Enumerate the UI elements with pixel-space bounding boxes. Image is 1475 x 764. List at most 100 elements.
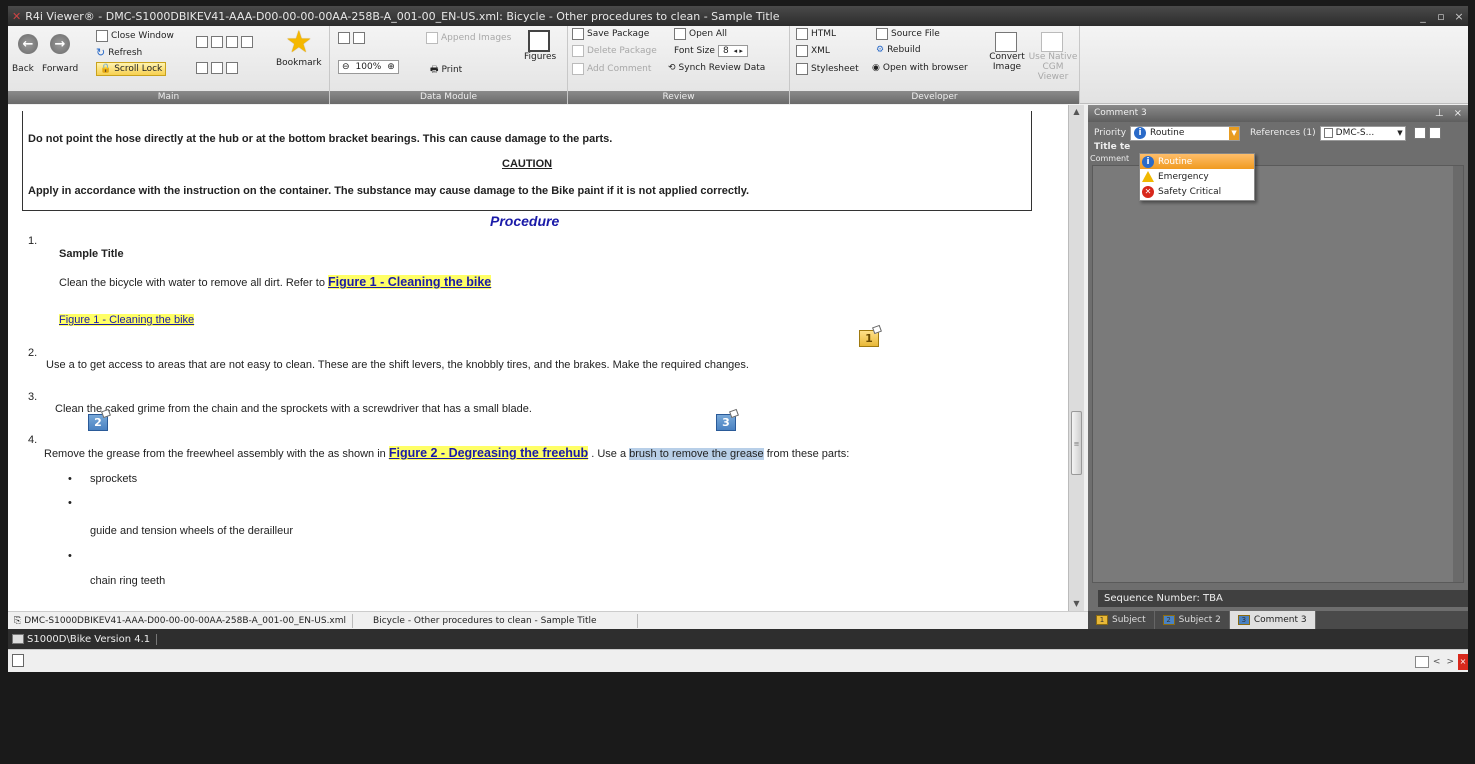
rebuild-button[interactable]: ⚙ Rebuild bbox=[876, 45, 921, 55]
comment-marker-3[interactable]: 3 bbox=[716, 408, 739, 431]
pane-close-icon[interactable]: × bbox=[1454, 108, 1462, 119]
save-package-icon bbox=[572, 28, 584, 40]
restore-button[interactable]: ▫ bbox=[1432, 10, 1450, 23]
window-title: R4i Viewer® - DMC-S1000DBIKEV41-AAA-D00-… bbox=[25, 9, 780, 23]
source-file-button[interactable]: Source File bbox=[876, 28, 940, 40]
tab-subject[interactable]: 1 Subject bbox=[1088, 611, 1155, 629]
publication-path[interactable]: S1000D\Bike Version 4.1 bbox=[27, 633, 158, 645]
export-icons[interactable] bbox=[196, 36, 256, 48]
step-2-number: 2. bbox=[28, 347, 38, 359]
append-images-icon bbox=[426, 32, 438, 44]
procedure-heading: Procedure bbox=[490, 213, 560, 229]
forward-button-icon[interactable]: → bbox=[50, 34, 70, 54]
export-icon-1 bbox=[196, 36, 208, 48]
list-item-sprockets: sprockets bbox=[90, 473, 138, 485]
zoom-in-icon: ⊕ bbox=[387, 62, 395, 72]
synch-review-data-button[interactable]: ⟲ Synch Review Data bbox=[668, 63, 765, 73]
comment-marker-1[interactable]: 1 bbox=[859, 324, 882, 347]
stylesheet-icon bbox=[796, 63, 808, 75]
comment-marker-2[interactable]: 2 bbox=[88, 408, 111, 431]
references-select[interactable]: DMC-S... ▼ bbox=[1319, 125, 1406, 141]
ribbon-group-developer: HTML XML Stylesheet Source File ⚙ Rebuild… bbox=[790, 26, 1080, 104]
document-icon[interactable] bbox=[12, 654, 24, 667]
comment-scrollbar[interactable] bbox=[1453, 166, 1463, 582]
rebuild-icon: ⚙ bbox=[876, 45, 885, 55]
add-comment-button[interactable]: Add Comment bbox=[572, 63, 651, 75]
figure-2-link[interactable]: Figure 2 - Degreasing the freehub bbox=[388, 446, 589, 460]
stepper-arrows-icon: ◂ ▸ bbox=[733, 47, 743, 55]
lock-icon: 🔒 bbox=[100, 64, 112, 74]
split-icon bbox=[338, 32, 350, 44]
zoom-control[interactable]: ⊖ 100% ⊕ bbox=[338, 60, 399, 74]
print-button[interactable]: 🖶 Print bbox=[430, 62, 462, 78]
bullet-1: • bbox=[68, 473, 72, 485]
html-button[interactable]: HTML bbox=[796, 28, 836, 40]
caution-heading: CAUTION bbox=[502, 158, 553, 170]
font-size-stepper[interactable]: 8 ◂ ▸ bbox=[717, 45, 748, 57]
back-button-icon[interactable]: ← bbox=[18, 34, 38, 54]
pane-controls: ⊥ × bbox=[1435, 105, 1462, 122]
append-images-button[interactable]: Append Images bbox=[426, 32, 511, 44]
refresh-button[interactable]: ↻ Refresh bbox=[96, 46, 142, 59]
tab-subject-2[interactable]: 2 Subject 2 bbox=[1155, 611, 1230, 629]
priority-select[interactable]: i Routine ▼ bbox=[1130, 125, 1241, 141]
synch-icon: ⟲ bbox=[668, 63, 676, 73]
scroll-down-icon[interactable]: ▼ bbox=[1069, 597, 1084, 611]
save-package-button[interactable]: Save Package bbox=[572, 28, 649, 40]
calendar-icon[interactable] bbox=[1413, 127, 1426, 139]
attach-icon[interactable] bbox=[1428, 127, 1441, 139]
delete-package-button[interactable]: Delete Package bbox=[572, 45, 657, 57]
subject-icon: 1 bbox=[1096, 615, 1108, 625]
output-icons[interactable] bbox=[196, 62, 241, 74]
print-icon: 🖶 bbox=[430, 65, 439, 75]
figure-1-caption-link[interactable]: Figure 1 - Cleaning the bike bbox=[59, 314, 195, 326]
bullet-2: • bbox=[68, 497, 72, 509]
convert-image-button[interactable]: Convert Image bbox=[986, 32, 1028, 72]
star-icon: ★ bbox=[285, 25, 313, 60]
priority-option-safety-critical[interactable]: ✕ Safety Critical bbox=[1140, 184, 1254, 199]
cgm-viewer-icon bbox=[1040, 32, 1063, 52]
scroll-up-icon[interactable]: ▲ bbox=[1069, 105, 1084, 119]
document-icon bbox=[1323, 128, 1333, 138]
tab-comment-3[interactable]: 3 Comment 3 bbox=[1229, 611, 1316, 629]
document-view[interactable]: Do not point the hose directly at the hu… bbox=[8, 105, 1068, 611]
use-native-cgm-viewer-button[interactable]: Use Native CGM Viewer bbox=[1028, 32, 1078, 82]
subject-icon: 2 bbox=[1162, 615, 1175, 625]
open-all-button[interactable]: Open All bbox=[674, 28, 727, 40]
step-2-text: Use a to get access to areas that are no… bbox=[46, 359, 749, 371]
pin-icon[interactable]: ⊥ bbox=[1435, 108, 1444, 119]
title-bar: ✕ R4i Viewer® - DMC-S1000DBIKEV41-AAA-D0… bbox=[8, 6, 1468, 26]
step-3-text: Clean the caked grime from the chain and… bbox=[55, 403, 532, 415]
bullet-3: • bbox=[68, 550, 72, 562]
forward-button[interactable]: Forward bbox=[42, 64, 78, 74]
bookmark-button[interactable]: ★ Bookmark bbox=[276, 25, 322, 69]
figures-button[interactable]: Figures bbox=[524, 30, 556, 62]
close-document-icon[interactable]: × bbox=[1458, 654, 1468, 670]
scrollbar-thumb[interactable]: ≡ bbox=[1071, 411, 1082, 475]
priority-option-routine[interactable]: i Routine bbox=[1140, 154, 1254, 169]
stylesheet-button[interactable]: Stylesheet bbox=[796, 63, 859, 75]
status-filename: ⎘ DMC-S1000DBIKEV41-AAA-D00-00-00-00AA-25… bbox=[8, 613, 354, 628]
prev-arrow-icon[interactable]: < bbox=[1433, 657, 1441, 667]
back-button[interactable]: Back bbox=[12, 64, 34, 74]
priority-option-emergency[interactable]: Emergency bbox=[1140, 169, 1254, 184]
xml-button[interactable]: XML bbox=[796, 45, 830, 57]
pdf-icon bbox=[196, 62, 208, 74]
scroll-lock-button[interactable]: 🔒 Scroll Lock bbox=[96, 62, 167, 76]
figure-1-link[interactable]: Figure 1 - Cleaning the bike bbox=[328, 275, 492, 289]
close-window-button[interactable]: Close Window bbox=[96, 30, 174, 42]
open-all-icon bbox=[674, 28, 686, 40]
comment-textarea[interactable] bbox=[1092, 165, 1464, 583]
warning-icon bbox=[1142, 171, 1154, 182]
status-bar: ⎘ DMC-S1000DBIKEV41-AAA-D00-00-00-00AA-25… bbox=[8, 611, 1088, 629]
document-scrollbar[interactable]: ▲ ≡ ▼ bbox=[1068, 105, 1084, 611]
comment-icon: 3 bbox=[1237, 615, 1250, 625]
layout-toggle-icon[interactable] bbox=[1414, 656, 1429, 668]
close-button[interactable]: × bbox=[1450, 10, 1468, 23]
minimize-button[interactable]: _ bbox=[1414, 10, 1432, 23]
note-tab-icon bbox=[729, 408, 739, 419]
selected-text[interactable]: brush to remove the grease bbox=[629, 448, 764, 460]
next-arrow-icon[interactable]: > bbox=[1446, 657, 1454, 667]
open-with-browser-button[interactable]: ◉ Open with browser bbox=[872, 63, 968, 73]
split-view-button[interactable] bbox=[338, 32, 368, 44]
